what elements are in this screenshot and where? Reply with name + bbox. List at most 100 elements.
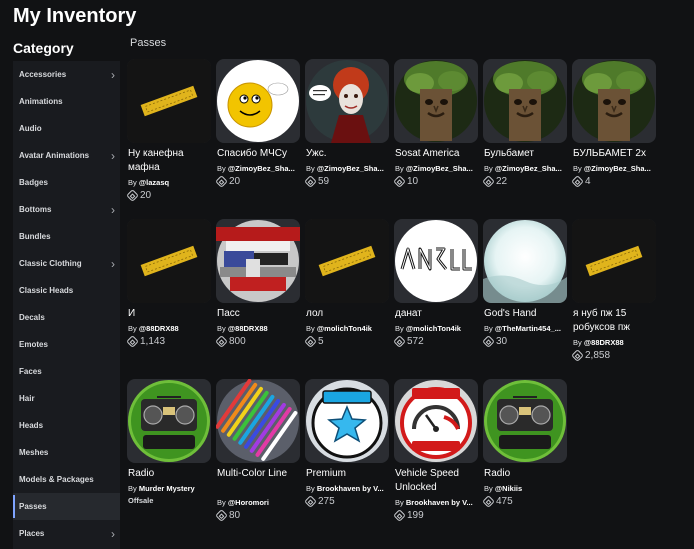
sidebar-item-faces[interactable]: Faces (13, 358, 120, 385)
color-lines-image[interactable] (216, 379, 300, 463)
pass-creator: By @ZimoyBez_Sha... (573, 164, 659, 173)
pass-name[interactable]: Radio (484, 467, 570, 481)
sidebar-item-classic-heads[interactable]: Classic Heads (13, 277, 120, 304)
sidebar-item-label: Avatar Animations (19, 151, 90, 160)
pass-name[interactable]: я нуб пж 15 робуксов пж (573, 307, 659, 335)
radio-image[interactable] (127, 379, 211, 463)
sidebar-item-places[interactable]: Places › (13, 520, 120, 547)
smiley-image[interactable] (216, 59, 300, 143)
ticket-image[interactable] (127, 59, 211, 143)
tree-face-image[interactable] (572, 59, 656, 143)
light-glow-image[interactable] (483, 219, 567, 303)
sidebar-item-animations[interactable]: Animations (13, 88, 120, 115)
price-value: 4 (585, 176, 591, 187)
ticket-image[interactable] (127, 219, 211, 303)
pass-price: 30 (482, 335, 507, 348)
pass-name[interactable]: Бульбамет (484, 147, 570, 161)
creator-link[interactable]: @lazasq (139, 178, 169, 187)
creator-link[interactable]: @TheMartin454_... (495, 324, 561, 333)
queen-meme-image[interactable] (305, 59, 389, 143)
tree-face-image[interactable] (483, 59, 567, 143)
creator-link[interactable]: @88DRX88 (139, 324, 179, 333)
pass-name[interactable]: God's Hand (484, 307, 570, 321)
creator-link[interactable]: @Horomori (228, 498, 269, 507)
sidebar-item-label: Bundles (19, 232, 51, 241)
robux-icon (304, 335, 317, 348)
sidebar-item-label: Decals (19, 313, 45, 322)
creator-link[interactable]: @ZimoyBez_Sha... (584, 164, 651, 173)
pass-name[interactable]: Radio (128, 467, 214, 481)
tree-face-image (573, 60, 655, 142)
pass-name[interactable]: Спасибо МЧСу (217, 147, 303, 161)
creator-link[interactable]: @ZimoyBez_Sha... (317, 164, 384, 173)
creator-link[interactable]: Brookhaven by V... (317, 484, 384, 493)
by-label: By (217, 164, 226, 173)
sidebar-item-passes[interactable]: Passes (13, 493, 120, 520)
pass-name[interactable]: Sosat America (395, 147, 481, 161)
pass-name[interactable]: БУЛЬБАМЕТ 2x (573, 147, 659, 161)
pass-name[interactable]: Premium (306, 467, 392, 481)
sidebar-item-avatar-animations[interactable]: Avatar Animations › (13, 142, 120, 169)
speedometer-image[interactable] (394, 379, 478, 463)
pass-price: 80 (215, 509, 240, 522)
price-value: 475 (496, 496, 513, 507)
price-value: 2,858 (585, 350, 611, 361)
pass-creator: By @ZimoyBez_Sha... (217, 164, 303, 173)
pass-name[interactable]: Пасс (217, 307, 303, 321)
pass-creator: By @88DRX88 (573, 338, 659, 347)
sidebar-item-bottoms[interactable]: Bottoms › (13, 196, 120, 223)
creator-link[interactable]: @88DRX88 (584, 338, 624, 347)
radio-image[interactable] (483, 379, 567, 463)
creator-link[interactable]: @ZimoyBez_Sha... (406, 164, 473, 173)
creator-link[interactable]: Brookhaven by V... (406, 498, 473, 507)
sidebar-item-heads[interactable]: Heads (13, 412, 120, 439)
pass-creator: By @molichTon4ik (395, 324, 481, 333)
glitch-photo-image[interactable] (216, 219, 300, 303)
robux-icon (215, 335, 228, 348)
sidebar-item-label: Hair (19, 394, 35, 403)
pass-creator: By @ZimoyBez_Sha... (484, 164, 570, 173)
creator-link[interactable]: @molichTon4ik (317, 324, 372, 333)
premium-star-image[interactable] (305, 379, 389, 463)
sidebar-item-decals[interactable]: Decals (13, 304, 120, 331)
robux-icon (215, 509, 228, 522)
creator-link[interactable]: @88DRX88 (228, 324, 268, 333)
sidebar-item-emotes[interactable]: Emotes (13, 331, 120, 358)
pass-name[interactable]: данат (395, 307, 481, 321)
creator-link[interactable]: @ZimoyBez_Sha... (228, 164, 295, 173)
pass-name[interactable]: Ну канефна мафна (128, 147, 214, 175)
pass-name[interactable]: лол (306, 307, 392, 321)
sidebar-item-bundles[interactable]: Bundles (13, 223, 120, 250)
price-value: 1,143 (140, 336, 166, 347)
pass-name[interactable]: Ужс. (306, 147, 392, 161)
pass-name[interactable]: И (128, 307, 214, 321)
sidebar-item-classic-clothing[interactable]: Classic Clothing › (13, 250, 120, 277)
creator-link[interactable]: @Nikiis (495, 484, 522, 493)
pass-name[interactable]: Multi-Color Line (217, 467, 303, 481)
tree-face-image[interactable] (394, 59, 478, 143)
creator-link[interactable]: Murder Mystery (139, 484, 195, 493)
sidebar-item-models-packages[interactable]: Models & Packages (13, 466, 120, 493)
pass-price: 572 (393, 335, 424, 348)
pass-name[interactable]: Vehicle Speed Unlocked (395, 467, 481, 495)
pass-price: 4 (571, 175, 591, 188)
sidebar-item-label: Models & Packages (19, 475, 94, 484)
graffiti-image[interactable] (394, 219, 478, 303)
ticket-image[interactable] (572, 219, 656, 303)
sidebar-item-label: Passes (19, 502, 47, 511)
sidebar-item-meshes[interactable]: Meshes (13, 439, 120, 466)
ticket-image[interactable] (305, 219, 389, 303)
creator-link[interactable]: @molichTon4ik (406, 324, 461, 333)
chevron-right-icon: › (111, 202, 115, 217)
sidebar-item-hair[interactable]: Hair (13, 385, 120, 412)
creator-link[interactable]: @ZimoyBez_Sha... (495, 164, 562, 173)
sidebar-item-accessories[interactable]: Accessories › (13, 61, 120, 88)
by-label: By (217, 498, 226, 507)
pass-creator: By @TheMartin454_... (484, 324, 570, 333)
price-value: 59 (318, 176, 330, 187)
sidebar-item-badges[interactable]: Badges (13, 169, 120, 196)
pass-creator: By @ZimoyBez_Sha... (395, 164, 481, 173)
by-label: By (484, 484, 493, 493)
price-value: 20 (229, 176, 241, 187)
sidebar-item-audio[interactable]: Audio (13, 115, 120, 142)
